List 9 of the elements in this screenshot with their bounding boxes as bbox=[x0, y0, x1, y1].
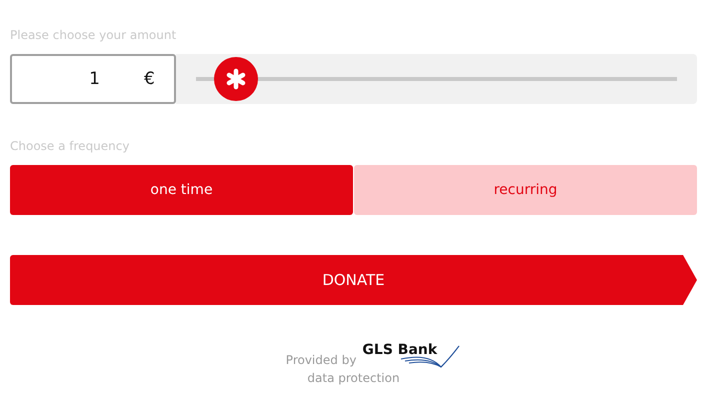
frequency-tab[interactable]: recurring bbox=[354, 165, 697, 215]
donate-button[interactable]: DONATE bbox=[10, 255, 697, 305]
amount-field[interactable]: 1 € bbox=[10, 54, 176, 104]
provided-by-text: Provided by bbox=[286, 352, 356, 369]
slider-thumb[interactable] bbox=[214, 57, 258, 101]
swoosh-icon bbox=[399, 345, 462, 369]
frequency-tab[interactable]: one time bbox=[10, 165, 353, 215]
bank-logo-text: GLS Bank bbox=[362, 341, 438, 359]
data-protection-link[interactable]: data protection bbox=[307, 371, 400, 385]
